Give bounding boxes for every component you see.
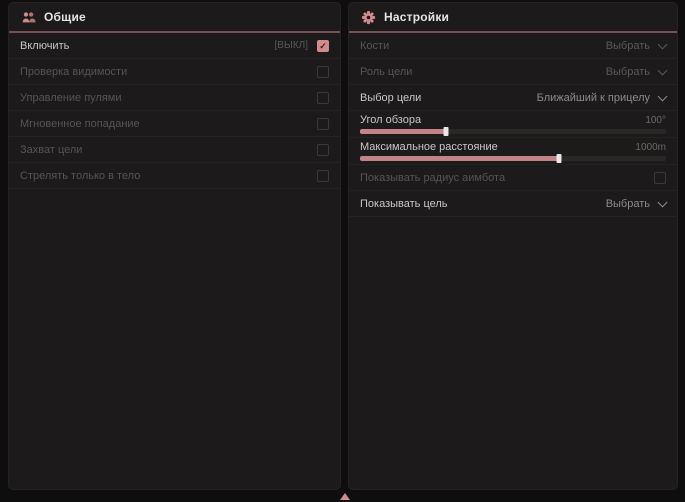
chevron-down-icon (658, 91, 668, 101)
chevron-down-icon (658, 39, 668, 49)
checkbox[interactable] (317, 66, 329, 78)
select-row-show-target: Показывать цель Выбрать (349, 191, 677, 217)
users-icon (21, 10, 36, 25)
toggle-label: Мгновенное попадание (20, 118, 317, 130)
checkbox[interactable] (317, 118, 329, 130)
select-label: Роль цели (360, 66, 606, 78)
target-selection-dropdown[interactable]: Ближайший к прицелу (537, 92, 666, 104)
slider-label: Угол обзора (360, 114, 645, 126)
toggle-row-enable[interactable]: Включить [ВЫКЛ] ✓ (9, 33, 340, 59)
slider-row-fov: Угол обзора 100° (349, 111, 677, 138)
select-row-bones: Кости Выбрать (349, 33, 677, 59)
select-label: Кости (360, 40, 606, 52)
gear-icon (361, 10, 376, 25)
select-label: Выбор цели (360, 92, 537, 104)
check-icon: ✓ (319, 41, 327, 51)
toggle-state-text: [ВЫКЛ] (275, 40, 308, 51)
dropdown-value: Выбрать (606, 198, 650, 210)
slider-label: Максимальное расстояние (360, 141, 635, 153)
slider-handle[interactable] (443, 127, 448, 136)
toggle-row-bullet-control[interactable]: Управление пулями (9, 85, 340, 111)
select-row-target-role: Роль цели Выбрать (349, 59, 677, 85)
target-role-dropdown[interactable]: Выбрать (606, 66, 666, 78)
slider-value: 100° (645, 115, 666, 126)
slider-fill (360, 129, 446, 134)
checkbox[interactable]: ✓ (317, 40, 329, 52)
select-label: Показывать цель (360, 198, 606, 210)
toggle-row-body-only[interactable]: Стрелять только в тело (9, 163, 340, 189)
panel-general: Общие Включить [ВЫКЛ] ✓ Проверка видимос… (8, 2, 341, 490)
checkbox[interactable] (317, 92, 329, 104)
dropdown-value: Выбрать (606, 66, 650, 78)
toggle-label: Проверка видимости (20, 66, 317, 78)
chevron-down-icon (658, 197, 668, 207)
chevron-down-icon (658, 65, 668, 75)
max-distance-slider[interactable] (360, 156, 666, 161)
slider-fill (360, 156, 559, 161)
select-row-target-selection: Выбор цели Ближайший к прицелу (349, 85, 677, 111)
checkbox[interactable] (317, 170, 329, 182)
checkbox[interactable] (654, 172, 666, 184)
slider-value: 1000m (635, 142, 666, 153)
panel-settings-header: Настройки (349, 3, 677, 33)
toggle-row-visibility-check[interactable]: Проверка видимости (9, 59, 340, 85)
dropdown-value: Выбрать (606, 40, 650, 52)
toggle-row-instant-hit[interactable]: Мгновенное попадание (9, 111, 340, 137)
toggle-label: Захват цели (20, 144, 317, 156)
toggle-label: Управление пулями (20, 92, 317, 104)
slider-row-max-distance: Максимальное расстояние 1000m (349, 138, 677, 165)
panel-general-header: Общие (9, 3, 340, 33)
toggle-label: Стрелять только в тело (20, 170, 317, 182)
toggle-row-show-aimbot-radius[interactable]: Показывать радиус аимбота (349, 165, 677, 191)
fov-slider[interactable] (360, 129, 666, 134)
toggle-row-target-lock[interactable]: Захват цели (9, 137, 340, 163)
toggle-label: Показывать радиус аимбота (360, 172, 654, 184)
bones-dropdown[interactable]: Выбрать (606, 40, 666, 52)
slider-handle[interactable] (556, 154, 561, 163)
scroll-up-triangle-icon[interactable] (340, 493, 350, 500)
panel-title: Общие (44, 10, 86, 24)
toggle-label: Включить (20, 40, 275, 52)
dropdown-value: Ближайший к прицелу (537, 92, 650, 104)
checkbox[interactable] (317, 144, 329, 156)
show-target-dropdown[interactable]: Выбрать (606, 198, 666, 210)
panel-title: Настройки (384, 10, 449, 24)
panel-settings: Настройки Кости Выбрать Роль цели Выбрат… (348, 2, 678, 490)
